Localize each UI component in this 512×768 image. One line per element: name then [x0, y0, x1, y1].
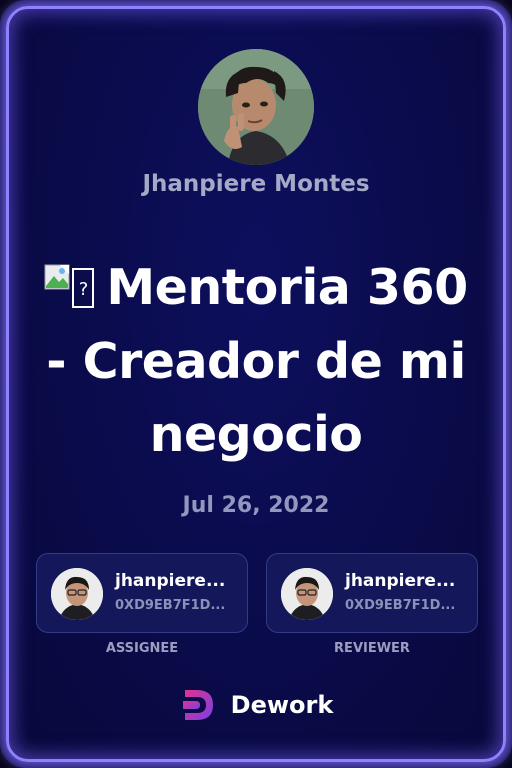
owner-avatar — [198, 49, 314, 165]
reviewer-avatar — [281, 568, 333, 620]
owner-name: Jhanpiere Montes — [142, 171, 370, 197]
card-frame: Jhanpiere Montes Mentoria 360 - Creador … — [0, 0, 512, 768]
assignee-name: jhanpiere... — [115, 571, 226, 591]
assignee-card[interactable]: jhanpiere... 0XD9EB7F1D... — [36, 553, 248, 633]
reviewer-card[interactable]: jhanpiere... 0XD9EB7F1D... — [266, 553, 478, 633]
assignee-avatar — [51, 568, 103, 620]
brand-name: Dework — [230, 691, 334, 719]
broken-image-icon — [44, 237, 70, 290]
reviewer-address: 0XD9EB7F1D... — [345, 598, 456, 613]
reviewer-role-label: REVIEWER — [334, 641, 410, 656]
reviewer-name: jhanpiere... — [345, 571, 456, 591]
dework-logo-icon — [179, 686, 217, 724]
assignee-role-label: ASSIGNEE — [105, 641, 179, 656]
task-date: Jul 26, 2022 — [182, 493, 330, 518]
assignee-address: 0XD9EB7F1D... — [115, 598, 226, 613]
task-title: Mentoria 360 - Creador de mi negocio — [29, 237, 483, 472]
brand-footer[interactable]: Dework — [9, 685, 503, 725]
task-title-text: Mentoria 360 - Creador de mi negocio — [46, 259, 468, 463]
missing-glyph-icon — [72, 268, 95, 308]
task-card: Jhanpiere Montes Mentoria 360 - Creador … — [6, 6, 506, 762]
